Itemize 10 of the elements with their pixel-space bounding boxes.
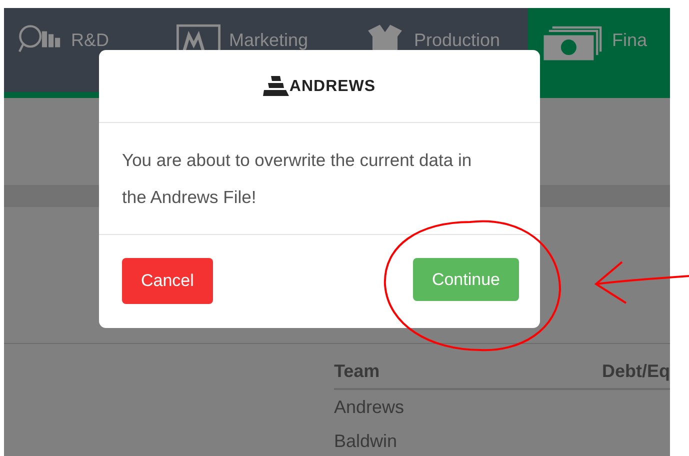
table-cell: Andrews (334, 396, 404, 418)
column-header: Debt/Eq (602, 360, 670, 382)
dialog-message: You are about to overwrite the current data in the Andrews File! (122, 149, 473, 209)
tab-label: Production (414, 30, 500, 50)
column-header: Team (334, 360, 380, 382)
tab-label: Fina (612, 30, 648, 50)
tab-label: R&D (71, 30, 110, 50)
tab-label: Marketing (229, 30, 308, 50)
table-cell: Baldwin (334, 430, 398, 452)
logo-text: ANDREWS (289, 78, 376, 96)
